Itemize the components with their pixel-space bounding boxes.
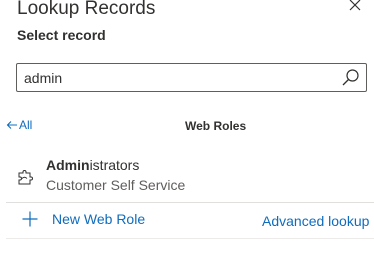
dialog-title: Lookup Records (17, 0, 156, 19)
new-web-role-button[interactable]: New Web Role (22, 211, 145, 227)
advanced-lookup-link[interactable]: Advanced lookup (262, 213, 369, 229)
puzzle-entity-icon (18, 170, 33, 185)
back-to-all-link[interactable]: All (6, 118, 32, 132)
result-subtitle: Customer Self Service (46, 177, 186, 193)
view-title: Web Roles (185, 119, 247, 133)
close-icon (349, 0, 361, 11)
new-web-role-label: New Web Role (52, 211, 146, 227)
search-button[interactable] (341, 68, 360, 87)
result-name-rest: istrators (89, 157, 140, 173)
divider (6, 202, 374, 203)
search-input[interactable] (24, 64, 334, 91)
search-box (16, 63, 367, 92)
footer-divider (6, 238, 374, 239)
result-name-match: Admin (46, 157, 90, 173)
result-item[interactable]: Administrators Customer Self Service (6, 151, 368, 199)
result-name: Administrators (46, 157, 139, 173)
search-icon (342, 69, 359, 86)
close-button[interactable] (344, 0, 366, 16)
back-label: All (19, 118, 33, 132)
dialog-subtitle: Select record (17, 27, 106, 43)
plus-icon (22, 211, 38, 227)
back-arrow-icon (6, 121, 17, 129)
